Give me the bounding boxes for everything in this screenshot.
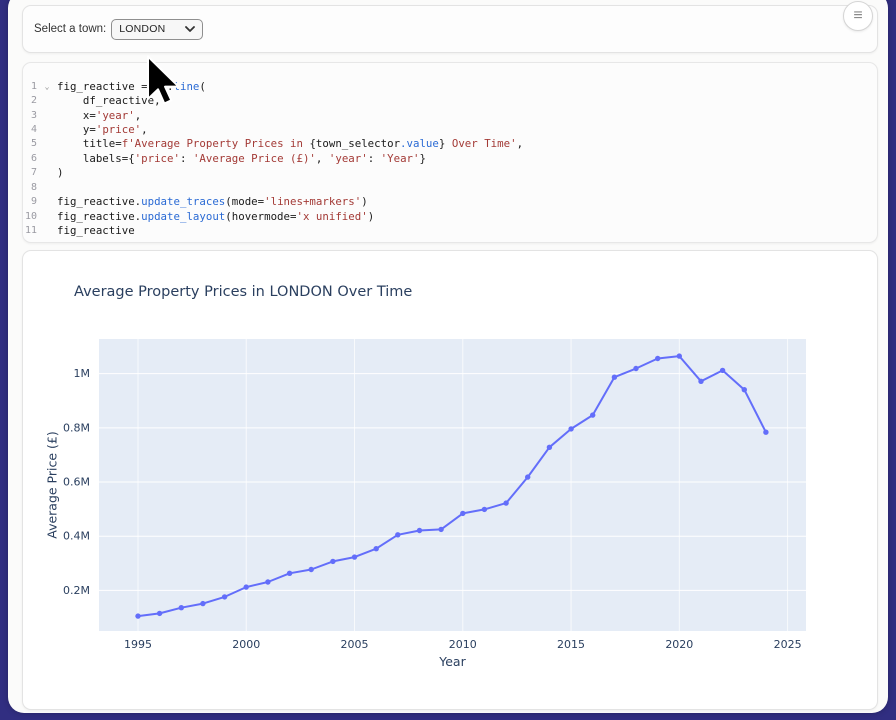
code-line: 6 labels={'price': 'Average Price (£)', … <box>23 151 877 165</box>
y-tick-label: 0.6M <box>63 476 90 489</box>
chart-marker <box>374 546 379 551</box>
chart-marker <box>179 605 184 610</box>
chart-marker <box>157 611 162 616</box>
line-number: 5 <box>23 138 37 149</box>
code-line: 3 x='year', <box>23 108 877 122</box>
town-dropdown-value: LONDON <box>119 23 165 35</box>
chart-marker <box>568 426 573 431</box>
line-chart[interactable]: 1995 2000 2005 2010 2015 2020 2025 0.2M 0.4M 0.6M… <box>23 251 879 681</box>
code-line: 2 df_reactive, <box>23 93 877 107</box>
chart-marker <box>438 527 443 532</box>
code-line: 9 fig_reactive.update_traces(mode='lines+… <box>23 195 877 209</box>
chart-marker <box>265 579 270 584</box>
code-text: fig_reactive.update_layout(hovermode='x … <box>57 210 374 223</box>
y-tick-label: 0.2M <box>63 584 90 597</box>
code-line: 10 fig_reactive.update_layout(hovermode='… <box>23 209 877 223</box>
chart-marker <box>330 559 335 564</box>
line-number: 11 <box>23 225 37 236</box>
code-text: fig_reactive = px.line( <box>57 80 206 93</box>
chart-marker <box>633 366 638 371</box>
line-number: 10 <box>23 211 37 222</box>
chart-marker <box>417 528 422 533</box>
code-text: fig_reactive <box>57 224 135 237</box>
code-text: x='year', <box>57 109 141 122</box>
x-tick-label: 2020 <box>665 638 693 651</box>
chart-marker <box>200 601 205 606</box>
x-tick-label: 2010 <box>449 638 477 651</box>
chart-marker <box>655 356 660 361</box>
code-text: df_reactive, <box>57 94 161 107</box>
chart-marker <box>720 368 725 373</box>
x-tick-label: 2015 <box>557 638 585 651</box>
code-line: 4 y='price', <box>23 122 877 136</box>
chart-marker <box>590 412 595 417</box>
code-text: ) <box>57 166 63 179</box>
chart-marker <box>309 567 314 572</box>
line-number: 6 <box>23 153 37 164</box>
code-text: labels={'price': 'Average Price (£)', 'y… <box>57 152 426 165</box>
line-number: 9 <box>23 196 37 207</box>
chart-marker <box>287 571 292 576</box>
code-line: 1⌄fig_reactive = px.line( <box>23 79 877 93</box>
chart-marker <box>763 430 768 435</box>
chart-output-cell: Average Property Prices in LONDON Over T… <box>22 250 878 710</box>
town-selector-label: Select a town: <box>34 23 106 35</box>
x-tick-label: 2000 <box>232 638 260 651</box>
code-editor[interactable]: 1⌄fig_reactive = px.line(2 df_reactive,3… <box>22 62 878 243</box>
line-number: 1 <box>23 81 37 92</box>
chart-marker <box>525 474 530 479</box>
x-tick-label: 2025 <box>774 638 802 651</box>
chart-marker <box>135 613 140 618</box>
y-tick-label: 0.8M <box>63 421 90 434</box>
code-lines: 1⌄fig_reactive = px.line(2 df_reactive,3… <box>23 79 877 238</box>
chart-marker <box>222 594 227 599</box>
chart-marker <box>395 532 400 537</box>
town-selector-widget: Select a town: LONDON <box>22 5 878 53</box>
chart-marker <box>503 500 508 505</box>
line-number: 4 <box>23 124 37 135</box>
y-tick-label: 1M <box>74 367 91 380</box>
chart-marker <box>698 379 703 384</box>
chart-marker <box>547 445 552 450</box>
chart-marker <box>460 511 465 516</box>
x-tick-label: 1995 <box>124 638 152 651</box>
code-line: 5 title=f'Average Property Prices in {to… <box>23 137 877 151</box>
hamburger-icon: ≡ <box>853 8 862 24</box>
line-number: 2 <box>23 95 37 106</box>
code-text: title=f'Average Property Prices in {town… <box>57 137 523 150</box>
chart-marker <box>482 507 487 512</box>
chart-marker <box>742 387 747 392</box>
chart-marker <box>352 554 357 559</box>
chart-marker <box>677 353 682 358</box>
x-tick-label: 2005 <box>341 638 369 651</box>
line-number: 3 <box>23 110 37 121</box>
code-line: 8 <box>23 180 877 194</box>
app-stage: Select a town: LONDON ≡ 1⌄fig_reactive =… <box>0 0 896 720</box>
y-tick-label: 0.4M <box>63 530 90 543</box>
chart-marker <box>612 375 617 380</box>
fold-arrow-icon[interactable]: ⌄ <box>37 82 57 91</box>
code-text: fig_reactive.update_traces(mode='lines+m… <box>57 195 368 208</box>
line-number: 8 <box>23 182 37 193</box>
menu-button[interactable]: ≡ <box>843 1 873 31</box>
chevron-down-icon <box>185 26 195 32</box>
town-dropdown[interactable]: LONDON <box>111 19 203 40</box>
code-line: 7) <box>23 166 877 180</box>
line-number: 7 <box>23 167 37 178</box>
chart-marker <box>244 584 249 589</box>
code-line: 11 fig_reactive <box>23 223 877 237</box>
code-text: y='price', <box>57 123 148 136</box>
